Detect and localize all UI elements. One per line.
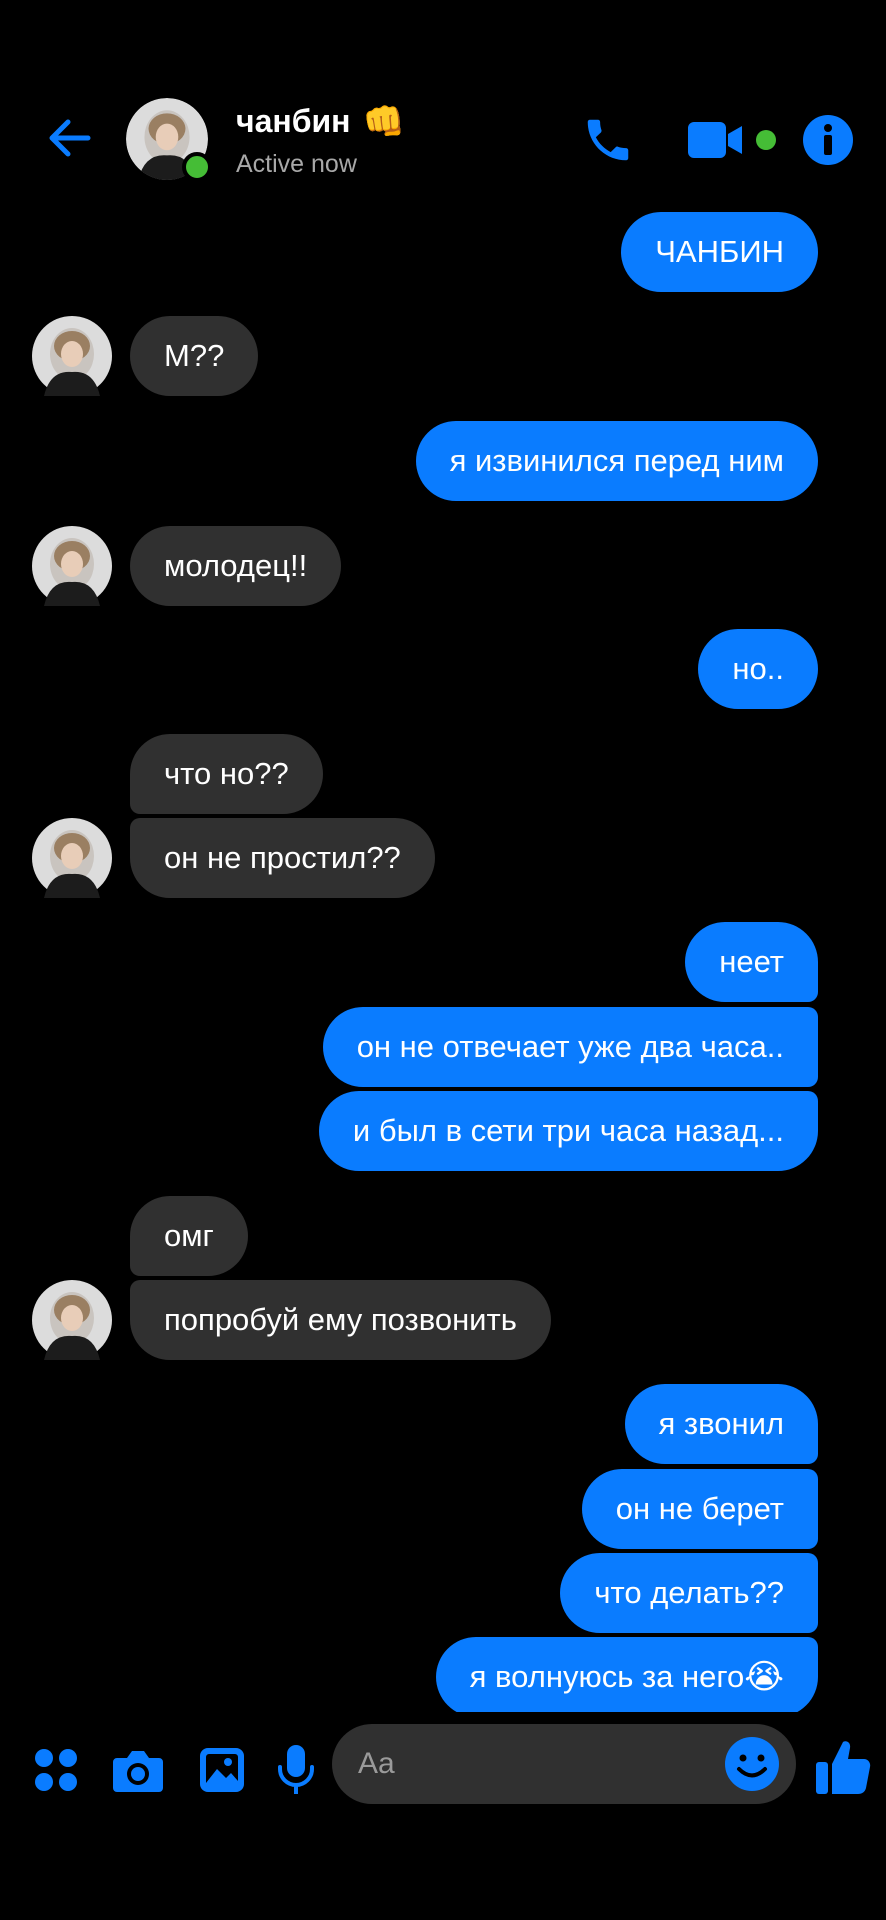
message-bubble[interactable]: молодец!!	[130, 526, 342, 606]
message-bubble[interactable]: омг	[130, 1196, 248, 1276]
contact-avatar-small	[32, 316, 112, 396]
contact-avatar-small	[32, 526, 112, 606]
message-bubble[interactable]: ЧАНБИН	[621, 212, 818, 292]
composer-bar	[0, 1712, 886, 1832]
message-bubble[interactable]: что делать??	[560, 1553, 818, 1633]
message-text: ЧАНБИН	[655, 234, 784, 269]
message-text: он не простил??	[164, 840, 401, 875]
message-bubble[interactable]: и был в сети три часа назад...	[318, 1091, 818, 1171]
voice-message-button[interactable]	[268, 1742, 324, 1798]
like-button[interactable]	[812, 1736, 874, 1798]
message-text: и был в сети три часа назад...	[352, 1113, 784, 1148]
camera-button[interactable]	[110, 1742, 166, 1798]
microphone-icon	[278, 1745, 314, 1794]
contact-avatar-small	[32, 1280, 112, 1360]
message-text: попробуй ему позвонить	[164, 1302, 517, 1337]
message-text: я извинился перед ним	[449, 443, 784, 478]
message-text: я волнуюсь за него	[469, 1659, 745, 1694]
image-icon	[200, 1748, 244, 1792]
apps-icon	[35, 1749, 77, 1791]
message-bubble[interactable]: я извинился перед ним	[415, 421, 818, 501]
message-bubble[interactable]: что но??	[130, 734, 323, 814]
camera-icon	[113, 1751, 163, 1792]
message-text: омг	[164, 1218, 214, 1253]
message-bubble[interactable]: он не простил??	[130, 818, 435, 898]
message-text: он не берет	[615, 1491, 784, 1526]
message-bubble[interactable]: но..	[698, 629, 818, 709]
message-text: что но??	[164, 756, 289, 791]
message-bubble[interactable]: неет	[685, 922, 818, 1002]
crying-emoji: 😭	[744, 1658, 784, 1696]
message-bubble[interactable]: я волнуюсь за него 😭	[435, 1637, 818, 1712]
emoji-button[interactable]	[722, 1734, 782, 1794]
message-text: он не отвечает уже два часа..	[356, 1029, 784, 1064]
message-text: неет	[719, 944, 784, 979]
message-text: я звонил	[658, 1406, 785, 1441]
message-text: молодец!!	[164, 548, 308, 583]
message-bubble[interactable]: М??	[130, 316, 259, 396]
message-thread[interactable]: ЧАНБИН М?? я извинился перед ним молодец…	[0, 0, 886, 1712]
gallery-button[interactable]	[194, 1742, 250, 1798]
message-bubble[interactable]: он не берет	[581, 1469, 818, 1549]
message-text: М??	[164, 338, 225, 373]
message-bubble[interactable]: он не отвечает уже два часа..	[322, 1007, 818, 1087]
message-bubble[interactable]: я звонил	[624, 1384, 818, 1464]
contact-avatar-small	[32, 818, 112, 898]
thumbs-up-icon	[816, 1741, 871, 1794]
message-text: но..	[732, 651, 784, 686]
message-text: что делать??	[594, 1575, 784, 1610]
emoji-icon	[725, 1737, 779, 1791]
apps-button[interactable]	[28, 1742, 84, 1798]
message-bubble[interactable]: попробуй ему позвонить	[130, 1280, 551, 1360]
